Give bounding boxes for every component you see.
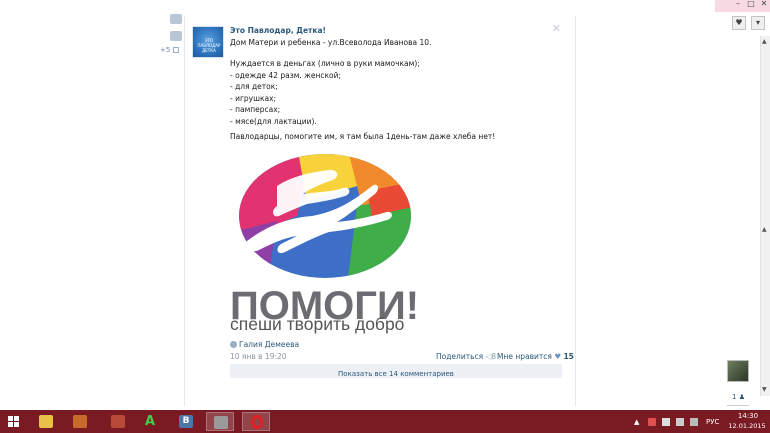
comments-label: Показать все 14 комментариев xyxy=(338,370,454,378)
opera-icon xyxy=(251,415,263,429)
minimize-icon[interactable]: – xyxy=(731,0,745,10)
post-subtitle: Дом Матери и ребенка - ул.Всеволода Иван… xyxy=(230,38,432,47)
side-counter[interactable]: 1 ♟ xyxy=(732,393,745,401)
wall-post: ЭТО ПАВЛОДАР ДЕТКА ✕ Это Павлодар, Детка! … xyxy=(184,16,576,406)
needs-line: - мясе(для лактации). xyxy=(230,116,317,126)
app-icon xyxy=(214,416,228,429)
bookmark-heart-icon[interactable]: ♥ xyxy=(732,16,746,30)
user-icon xyxy=(230,341,237,348)
post-signer[interactable]: Галия Демеева xyxy=(230,340,299,349)
volume-icon[interactable] xyxy=(690,418,698,426)
start-button[interactable] xyxy=(0,410,28,433)
menu-icon[interactable]: ▾ xyxy=(751,16,765,30)
post-needs-list: Нуждается в деньгах (лично в руки мамочк… xyxy=(230,58,420,127)
close-icon[interactable]: ✕ xyxy=(552,22,561,35)
tray-app-icon[interactable] xyxy=(648,418,656,426)
plus-square-icon xyxy=(172,47,179,53)
like-button[interactable]: Мне нравится ♥ 15 xyxy=(497,352,574,361)
person-icon: ♟ xyxy=(738,393,745,401)
share-label: Поделиться xyxy=(436,352,484,361)
taskbar-vk[interactable]: B xyxy=(172,412,200,431)
tray-expand-icon[interactable]: ▲ xyxy=(634,418,642,426)
clock-time[interactable]: 14:30 xyxy=(733,412,763,420)
side-thumbnail[interactable] xyxy=(727,360,749,382)
windows-icon xyxy=(8,416,19,427)
maximize-icon[interactable]: □ xyxy=(744,0,758,10)
vk-icon: B xyxy=(179,415,193,428)
folder-icon xyxy=(39,415,53,428)
clock-date[interactable]: 12.01.2015 xyxy=(728,422,766,430)
page-scrollbar[interactable]: ▲ ▲ ▼ xyxy=(760,36,770,396)
sidebar-plus-count[interactable]: +5 xyxy=(160,46,179,54)
taskbar-opera[interactable] xyxy=(242,412,270,431)
network-icon[interactable] xyxy=(676,418,684,426)
like-label: Мне нравится xyxy=(497,352,552,361)
taskbar-explorer[interactable] xyxy=(32,412,60,431)
show-all-comments-button[interactable]: Показать все 14 комментариев xyxy=(230,364,562,378)
needs-line: - одежде 42 разм. женской; xyxy=(230,70,342,80)
taskbar-app-6[interactable] xyxy=(206,412,234,431)
taskbar: A B ▲ РУС 14:30 12.01.2015 xyxy=(0,410,770,433)
close-window-icon[interactable]: ✕ xyxy=(757,0,770,10)
flag-icon[interactable] xyxy=(662,418,670,426)
needs-line: Нуждается в деньгах (лично в руки мамочк… xyxy=(230,59,420,68)
like-count: 15 xyxy=(563,352,574,361)
avatar-logo-text: ЭТО ПАВЛОДАР ДЕТКА xyxy=(197,38,221,53)
needs-line: - игрушках; xyxy=(230,93,277,103)
scroll-up-icon[interactable]: ▲ xyxy=(762,226,767,233)
scroll-up-icon[interactable]: ▲ xyxy=(762,38,767,45)
post-date[interactable]: 10 янв в 19:20 xyxy=(230,352,287,361)
taskbar-app-2[interactable] xyxy=(66,412,94,431)
scroll-down-icon[interactable]: ▼ xyxy=(762,386,767,393)
language-indicator[interactable]: РУС xyxy=(706,418,719,426)
logo-slogan: спеши творить добро xyxy=(230,314,405,334)
share-button[interactable]: Поделиться ◁8 xyxy=(436,352,496,361)
needs-line: - для деток; xyxy=(230,82,278,91)
share-count: 8 xyxy=(491,352,497,361)
heart-icon: ♥ xyxy=(554,352,562,361)
taskbar-app-4[interactable]: A xyxy=(138,412,166,431)
letter-a-icon: A xyxy=(145,414,156,429)
sidebar-icon-comment[interactable] xyxy=(170,31,182,41)
app-icon xyxy=(111,415,125,428)
divider xyxy=(727,405,749,406)
app-icon xyxy=(73,415,87,428)
post-appeal: Павлодарцы, помогите им, я там была 1ден… xyxy=(230,132,496,141)
signer-name[interactable]: Галия Демеева xyxy=(239,340,299,349)
avatar[interactable]: ЭТО ПАВЛОДАР ДЕТКА xyxy=(192,26,224,58)
post-author-link[interactable]: Это Павлодар, Детка! xyxy=(230,26,326,35)
sidebar-icon-mail[interactable] xyxy=(170,14,182,24)
help-logo-image[interactable] xyxy=(237,146,417,286)
browser-toolbar: – □ ✕ ♥ ▾ xyxy=(715,0,770,36)
taskbar-app-3[interactable] xyxy=(104,412,132,431)
needs-line: - памперсах; xyxy=(230,105,281,114)
